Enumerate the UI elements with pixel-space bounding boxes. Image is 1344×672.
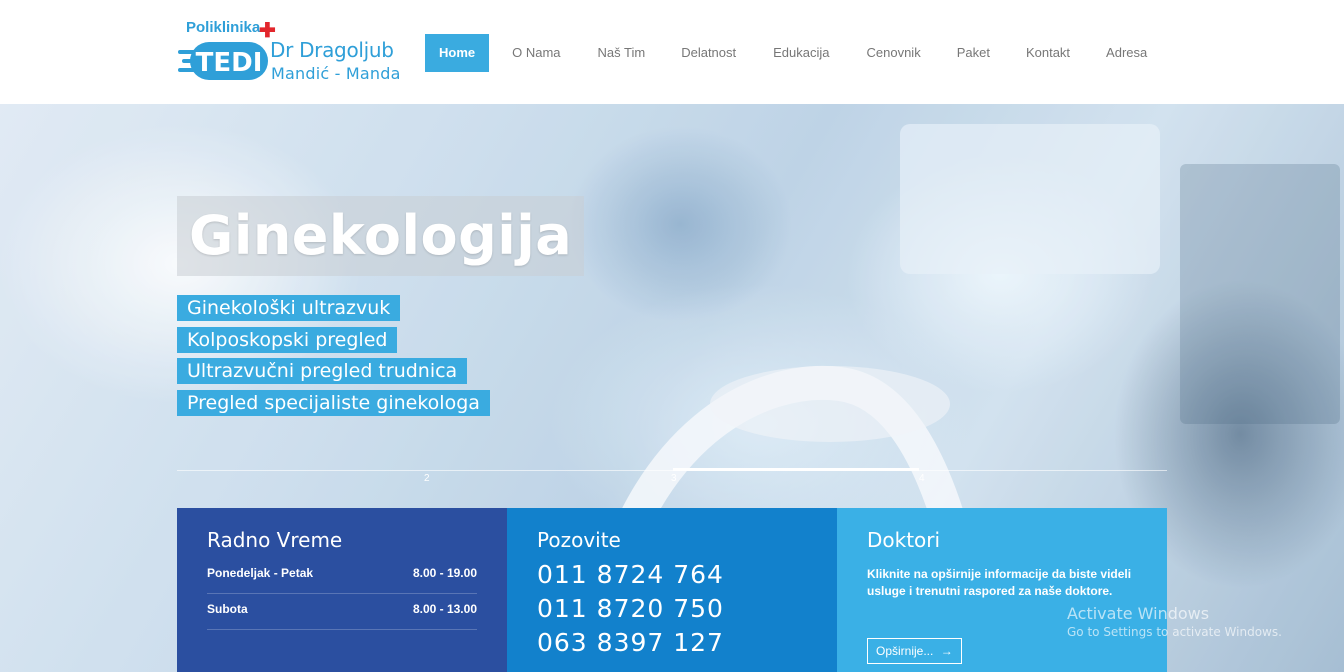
nav-item-o-nama[interactable]: O Nama	[489, 34, 579, 72]
service-tag: Ultrazvučni pregled trudnica	[177, 358, 468, 385]
hours-time: 8.00 - 19.00	[412, 566, 477, 580]
service-tag: Kolposkopski pregled	[177, 326, 398, 353]
phone-number[interactable]: 011 8720 750	[537, 594, 724, 623]
slider-page-3[interactable]: 3	[671, 473, 677, 484]
hours-day: Subota	[207, 602, 248, 616]
nav-item-adresa[interactable]: Adresa	[1088, 34, 1165, 72]
nav-item-kontakt[interactable]: Kontakt	[1008, 34, 1088, 72]
windows-activation-watermark: Activate Windows Go to Settings to activ…	[1067, 604, 1282, 639]
slider-page-4[interactable]: 4	[919, 473, 925, 484]
phone-number[interactable]: 011 8724 764	[537, 560, 724, 589]
nav-item-home[interactable]: Home	[425, 34, 490, 72]
hero-service-list: Ginekološki ultrazvuk Kolposkopski pregl…	[177, 295, 490, 422]
slider-track	[177, 470, 1167, 471]
nav-item-paket[interactable]: Paket	[939, 34, 1008, 72]
logo-top-text: Poliklinika	[186, 19, 261, 36]
logo-doctor-name: Dr Dragoljub	[270, 38, 394, 62]
hero-slider: Ginekologija Ginekološki ultrazvuk Kolpo…	[0, 104, 1344, 672]
service-tag: Ginekološki ultrazvuk	[177, 295, 401, 321]
doctors-box: Doktori Kliknite na opširnije informacij…	[837, 508, 1167, 672]
working-hours-title: Radno Vreme	[207, 528, 343, 552]
working-hours-box: Radno Vreme Ponedeljak - Petak 8.00 - 19…	[177, 508, 507, 672]
watermark-line1: Activate Windows	[1067, 604, 1210, 623]
slider-page-2[interactable]: 2	[424, 473, 430, 484]
logo-badge-text: TEDI	[196, 48, 263, 78]
call-box: Pozovite 011 8724 764 011 8720 750 063 8…	[507, 508, 837, 672]
more-info-button[interactable]: Opširnije... →	[867, 638, 962, 664]
doctors-description: Kliknite na opširnije informacije da bis…	[867, 567, 1132, 598]
watermark-line2: Go to Settings to activate Windows.	[1067, 625, 1282, 639]
nav-item-delatnost[interactable]: Delatnost	[663, 34, 754, 72]
phone-number[interactable]: 063 8397 127	[537, 628, 724, 657]
service-tag: Pregled specijaliste ginekologa	[177, 390, 490, 417]
logo-badge-icon: TEDI	[178, 42, 268, 80]
doctors-title: Doktori	[867, 528, 941, 552]
logo-doctor-surname: Mandić - Manda	[271, 64, 401, 83]
hero-title: Ginekologija	[177, 196, 585, 276]
more-info-label: Opširnije...	[876, 644, 934, 658]
hours-time: 8.00 - 13.00	[412, 602, 477, 616]
site-header: Poliklinika ✚ TEDI Dr Dragoljub Mandić -…	[0, 0, 1344, 104]
hours-row: Ponedeljak - Petak 8.00 - 19.00	[207, 558, 477, 594]
site-logo[interactable]: Poliklinika ✚ TEDI Dr Dragoljub Mandić -…	[178, 18, 408, 86]
nav-item-edukacija[interactable]: Edukacija	[754, 34, 847, 72]
call-title: Pozovite	[537, 528, 621, 552]
slider-active-indicator	[673, 468, 919, 471]
arrow-right-icon: →	[940, 644, 953, 658]
nav-item-cenovnik[interactable]: Cenovnik	[848, 34, 939, 72]
nav-item-nas-tim[interactable]: Naš Tim	[580, 34, 664, 72]
hours-day: Ponedeljak - Petak	[207, 566, 314, 580]
hours-row: Subota 8.00 - 13.00	[207, 594, 477, 630]
main-nav: Home O Nama Naš Tim Delatnost Edukacija …	[425, 34, 1165, 72]
